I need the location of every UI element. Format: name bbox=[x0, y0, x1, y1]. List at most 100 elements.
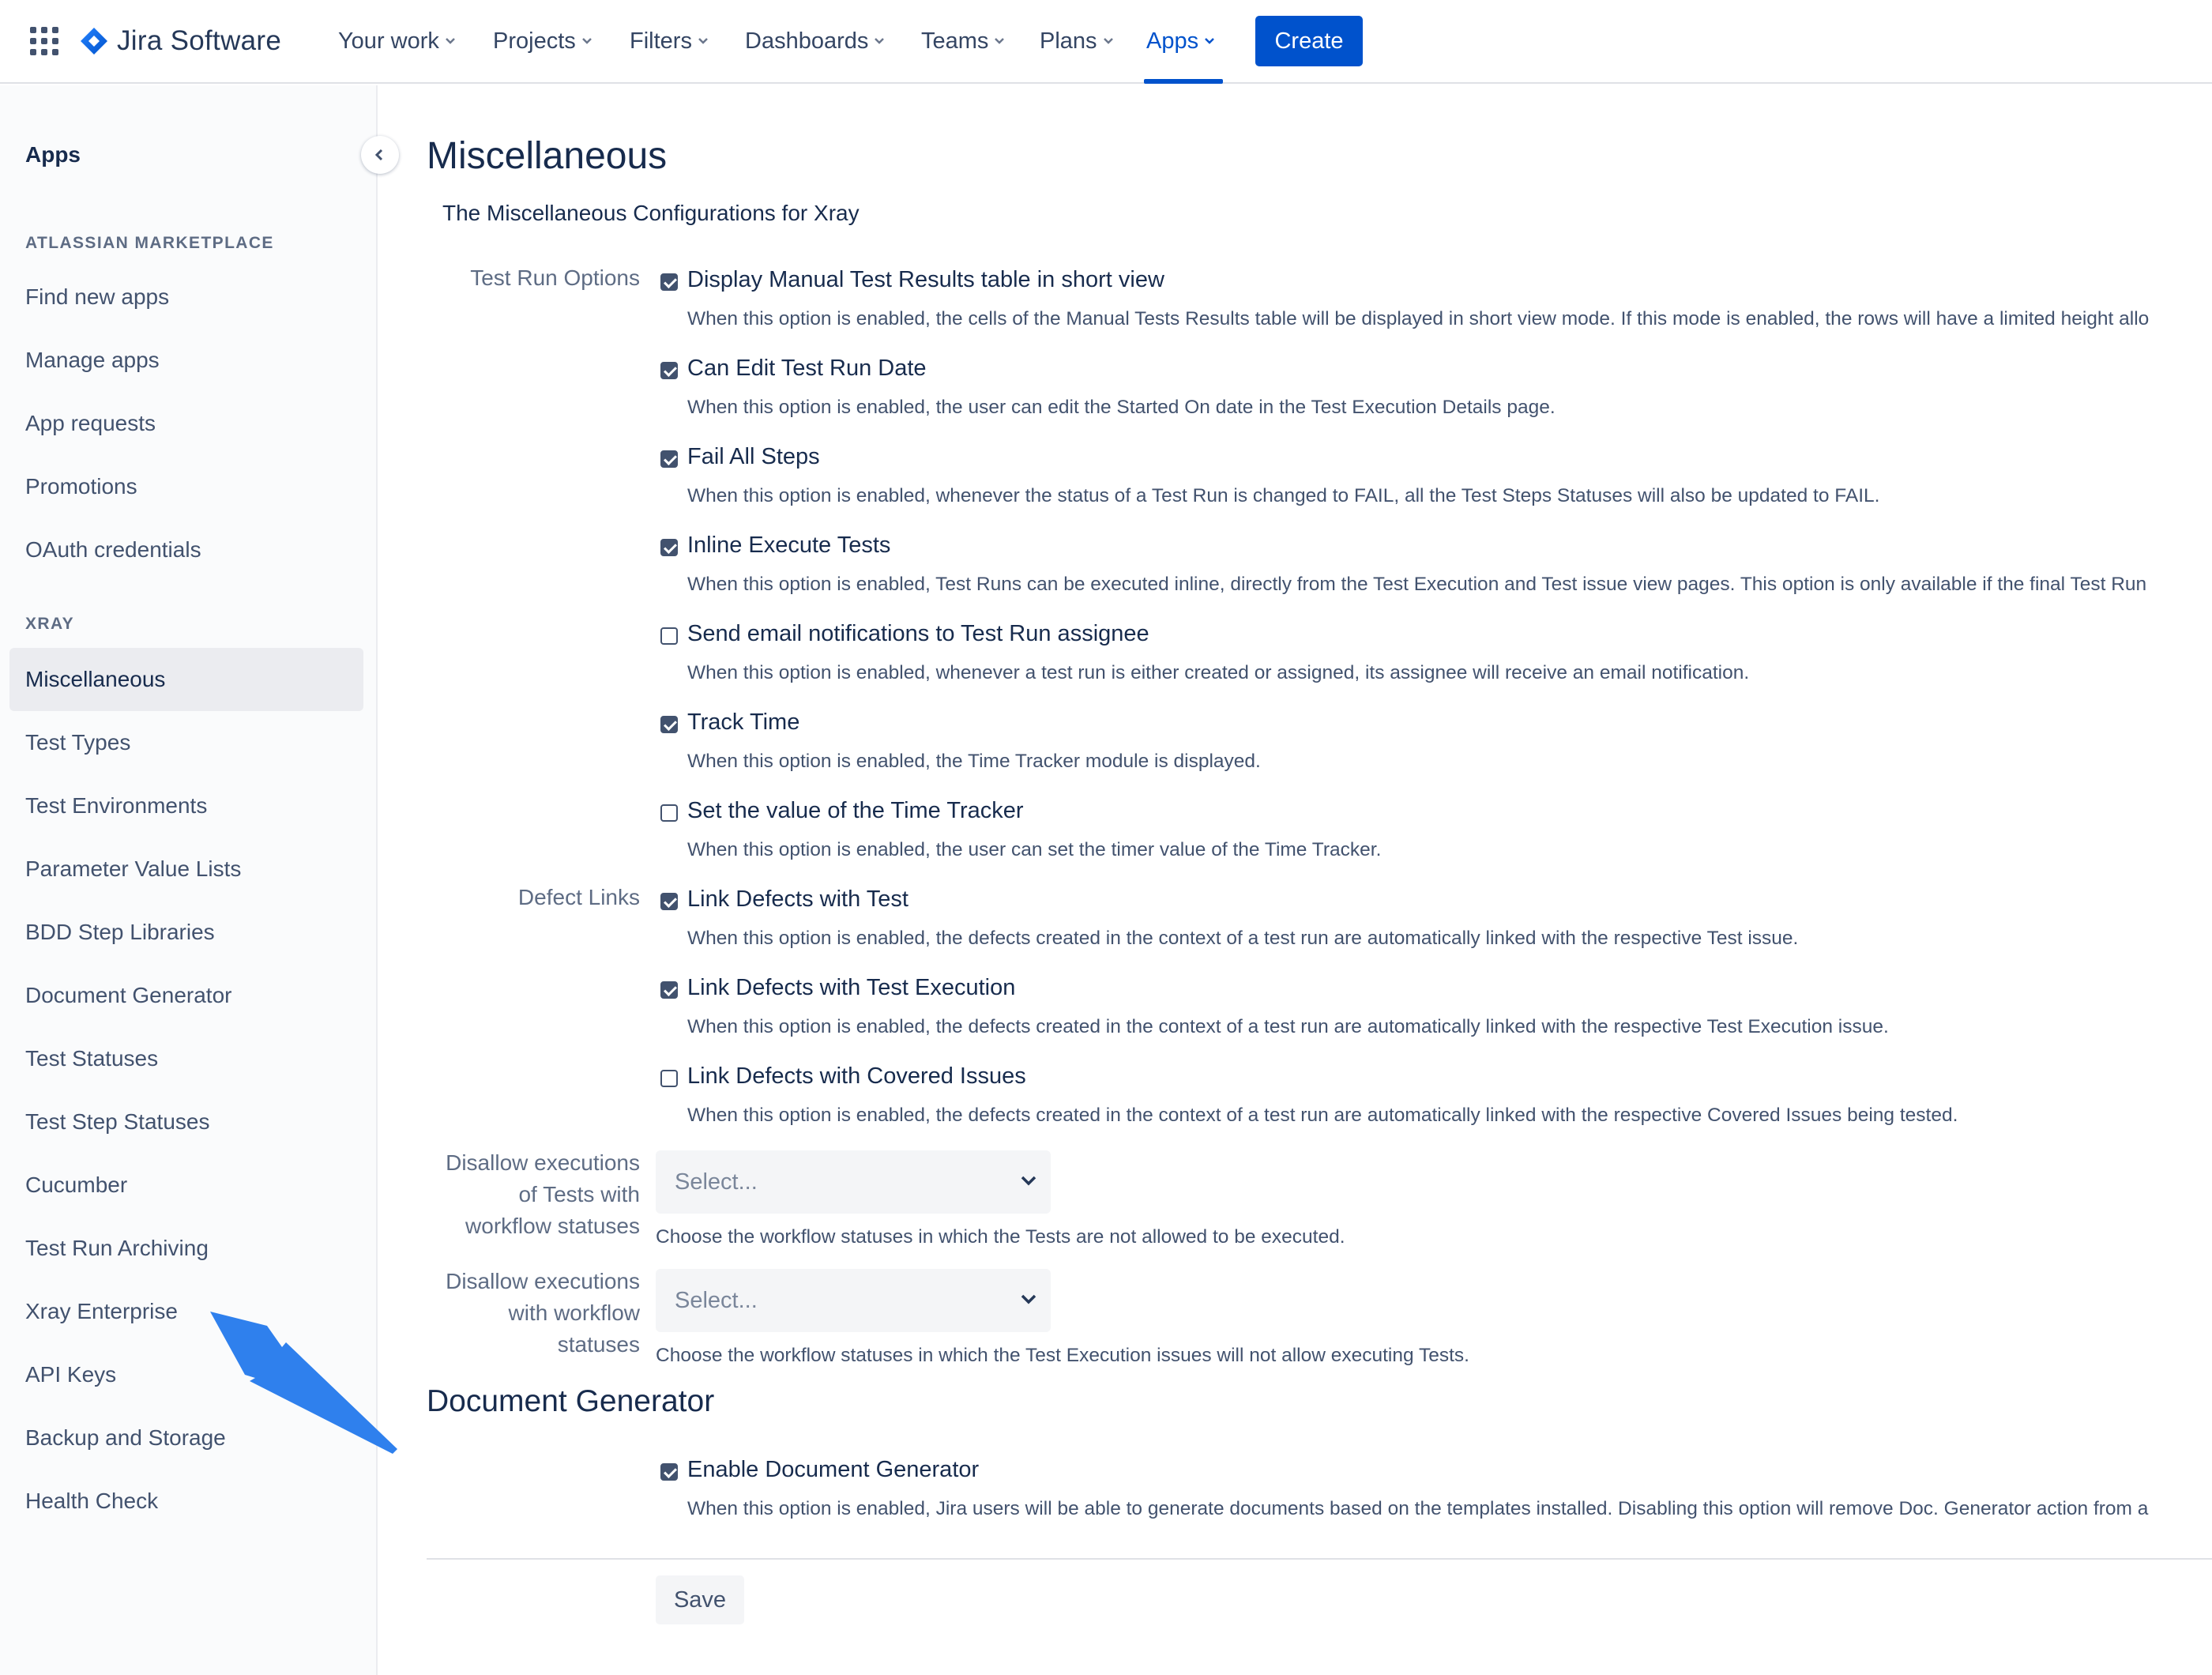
sidebar-item-test-environments[interactable]: Test Environments bbox=[9, 774, 363, 838]
sidebar-item-manage-apps[interactable]: Manage apps bbox=[9, 329, 363, 392]
sidebar-item-miscellaneous[interactable]: Miscellaneous bbox=[9, 648, 363, 711]
nav-label: Apps bbox=[1146, 28, 1199, 54]
option-label: Track Time bbox=[687, 710, 800, 735]
sidebar-item-test-step-statuses[interactable]: Test Step Statuses bbox=[9, 1090, 363, 1154]
label-line: workflow statuses bbox=[465, 1214, 640, 1238]
sidebar-item-api-keys[interactable]: API Keys bbox=[9, 1343, 363, 1406]
chevron-down-icon bbox=[1021, 1294, 1036, 1304]
sidebar-item-test-types[interactable]: Test Types bbox=[9, 711, 363, 774]
nav-apps[interactable]: Apps bbox=[1146, 19, 1216, 63]
checkbox[interactable] bbox=[660, 893, 678, 910]
active-nav-indicator bbox=[1144, 79, 1223, 84]
sidebar-item-find-new-apps[interactable]: Find new apps bbox=[9, 265, 363, 329]
select-label-tests-statuses: Disallow executions of Tests with workfl… bbox=[446, 1147, 640, 1242]
option-label: Link Defects with Covered Issues bbox=[687, 1063, 1026, 1089]
sidebar-item-promotions[interactable]: Promotions bbox=[9, 455, 363, 518]
option-label: Set the value of the Time Tracker bbox=[687, 798, 1024, 823]
sidebar-item-oauth-credentials[interactable]: OAuth credentials bbox=[9, 518, 363, 582]
sidebar-item-xray-enterprise[interactable]: Xray Enterprise bbox=[9, 1280, 363, 1343]
section-title-document-generator: Document Generator bbox=[427, 1384, 715, 1418]
checkbox[interactable] bbox=[660, 804, 678, 822]
checkbox[interactable] bbox=[660, 1463, 678, 1481]
option-label: Enable Document Generator bbox=[687, 1457, 980, 1482]
select-label-execution-statuses: Disallow executions with workflow status… bbox=[446, 1266, 640, 1361]
checkbox[interactable] bbox=[660, 981, 678, 999]
sidebar-item-health-check[interactable]: Health Check bbox=[9, 1470, 363, 1533]
page-description: The Miscellaneous Configurations for Xra… bbox=[442, 201, 860, 225]
label-line: with workflow bbox=[508, 1300, 640, 1325]
sidebar-title: Apps bbox=[25, 142, 81, 167]
option-description: When this option is enabled, Test Runs c… bbox=[687, 574, 2147, 595]
select-help-text: Choose the workflow statuses in which th… bbox=[656, 1226, 1345, 1248]
section-heading-xray: XRAY bbox=[25, 615, 75, 633]
label-line: Disallow executions bbox=[446, 1150, 640, 1175]
sidebar-item-test-run-archiving[interactable]: Test Run Archiving bbox=[9, 1217, 363, 1280]
chevron-down-icon bbox=[1205, 38, 1214, 44]
chevron-down-icon bbox=[446, 38, 455, 44]
label-line: of Tests with bbox=[518, 1182, 640, 1206]
nav-filters[interactable]: Filters bbox=[630, 19, 709, 63]
nav-your-work[interactable]: Your work bbox=[338, 19, 457, 63]
option-description: When this option is enabled, the Time Tr… bbox=[687, 751, 1261, 772]
chevron-down-icon bbox=[1021, 1176, 1036, 1186]
option-label: Display Manual Test Results table in sho… bbox=[687, 267, 1164, 292]
chevron-down-icon bbox=[1103, 38, 1113, 44]
jira-logo[interactable]: Jira Software bbox=[79, 21, 281, 61]
section-heading-marketplace: ATLASSIAN MARKETPLACE bbox=[25, 234, 274, 252]
chevron-down-icon bbox=[698, 38, 708, 44]
sidebar-item-app-requests[interactable]: App requests bbox=[9, 392, 363, 455]
nav-dashboards[interactable]: Dashboards bbox=[745, 19, 886, 63]
sidebar: Apps ATLASSIAN MARKETPLACE Find new apps… bbox=[0, 85, 378, 1675]
nav-projects[interactable]: Projects bbox=[493, 19, 593, 63]
option-label: Inline Execute Tests bbox=[687, 533, 891, 558]
checkbox[interactable] bbox=[660, 539, 678, 556]
group-label-test-run-options: Test Run Options bbox=[470, 265, 640, 290]
nav-label: Projects bbox=[493, 28, 576, 54]
nav-plans[interactable]: Plans bbox=[1040, 19, 1115, 63]
select-placeholder: Select... bbox=[675, 1169, 758, 1195]
option-description: When this option is enabled, the defects… bbox=[687, 928, 1799, 949]
sidebar-item-cucumber[interactable]: Cucumber bbox=[9, 1154, 363, 1217]
checkbox[interactable] bbox=[660, 362, 678, 379]
nav-teams[interactable]: Teams bbox=[921, 19, 1006, 63]
nav-label: Dashboards bbox=[745, 28, 869, 54]
group-label-defect-links: Defect Links bbox=[517, 885, 640, 909]
option-label: Link Defects with Test Execution bbox=[687, 975, 1016, 1000]
jira-diamond-icon bbox=[81, 28, 107, 55]
checkbox[interactable] bbox=[660, 716, 678, 733]
top-navigation: Jira Software Your work Projects Filters… bbox=[0, 0, 2212, 84]
option-description: When this option is enabled, the defects… bbox=[687, 1016, 1889, 1037]
checkbox[interactable] bbox=[660, 273, 678, 291]
checkbox[interactable] bbox=[660, 627, 678, 645]
option-label: Link Defects with Test bbox=[687, 886, 908, 912]
label-line: statuses bbox=[557, 1332, 640, 1357]
option-description: When this option is enabled, Jira users … bbox=[687, 1498, 2149, 1519]
collapse-sidebar-button[interactable] bbox=[361, 136, 399, 174]
sidebar-item-test-statuses[interactable]: Test Statuses bbox=[9, 1027, 363, 1090]
select-placeholder: Select... bbox=[675, 1287, 758, 1313]
sidebar-item-bdd-step-libraries[interactable]: BDD Step Libraries bbox=[9, 901, 363, 964]
chevron-down-icon bbox=[995, 38, 1005, 44]
divider bbox=[427, 1558, 2212, 1560]
checkbox[interactable] bbox=[660, 1070, 678, 1087]
checkbox[interactable] bbox=[660, 450, 678, 468]
create-button[interactable]: Create bbox=[1255, 16, 1363, 66]
nav-label: Your work bbox=[338, 28, 439, 54]
sidebar-item-document-generator[interactable]: Document Generator bbox=[9, 964, 363, 1027]
option-description: When this option is enabled, the cells o… bbox=[687, 308, 2150, 329]
nav-label: Teams bbox=[921, 28, 989, 54]
chevron-down-icon bbox=[875, 38, 885, 44]
tests-statuses-select[interactable]: Select... bbox=[656, 1150, 1051, 1214]
sidebar-item-backup-and-storage[interactable]: Backup and Storage bbox=[9, 1406, 363, 1470]
app-switcher-icon[interactable] bbox=[30, 27, 58, 55]
execution-statuses-select[interactable]: Select... bbox=[656, 1269, 1051, 1332]
save-button[interactable]: Save bbox=[656, 1575, 744, 1624]
page-title: Miscellaneous bbox=[427, 135, 668, 177]
option-description: When this option is enabled, the defects… bbox=[687, 1105, 1958, 1126]
nav-label: Filters bbox=[630, 28, 692, 54]
sidebar-item-parameter-value-lists[interactable]: Parameter Value Lists bbox=[9, 838, 363, 901]
option-description: When this option is enabled, whenever a … bbox=[687, 662, 1750, 683]
option-description: When this option is enabled, the user ca… bbox=[687, 397, 1556, 418]
option-description: When this option is enabled, the user ca… bbox=[687, 839, 1382, 860]
option-description: When this option is enabled, whenever th… bbox=[687, 485, 1880, 506]
